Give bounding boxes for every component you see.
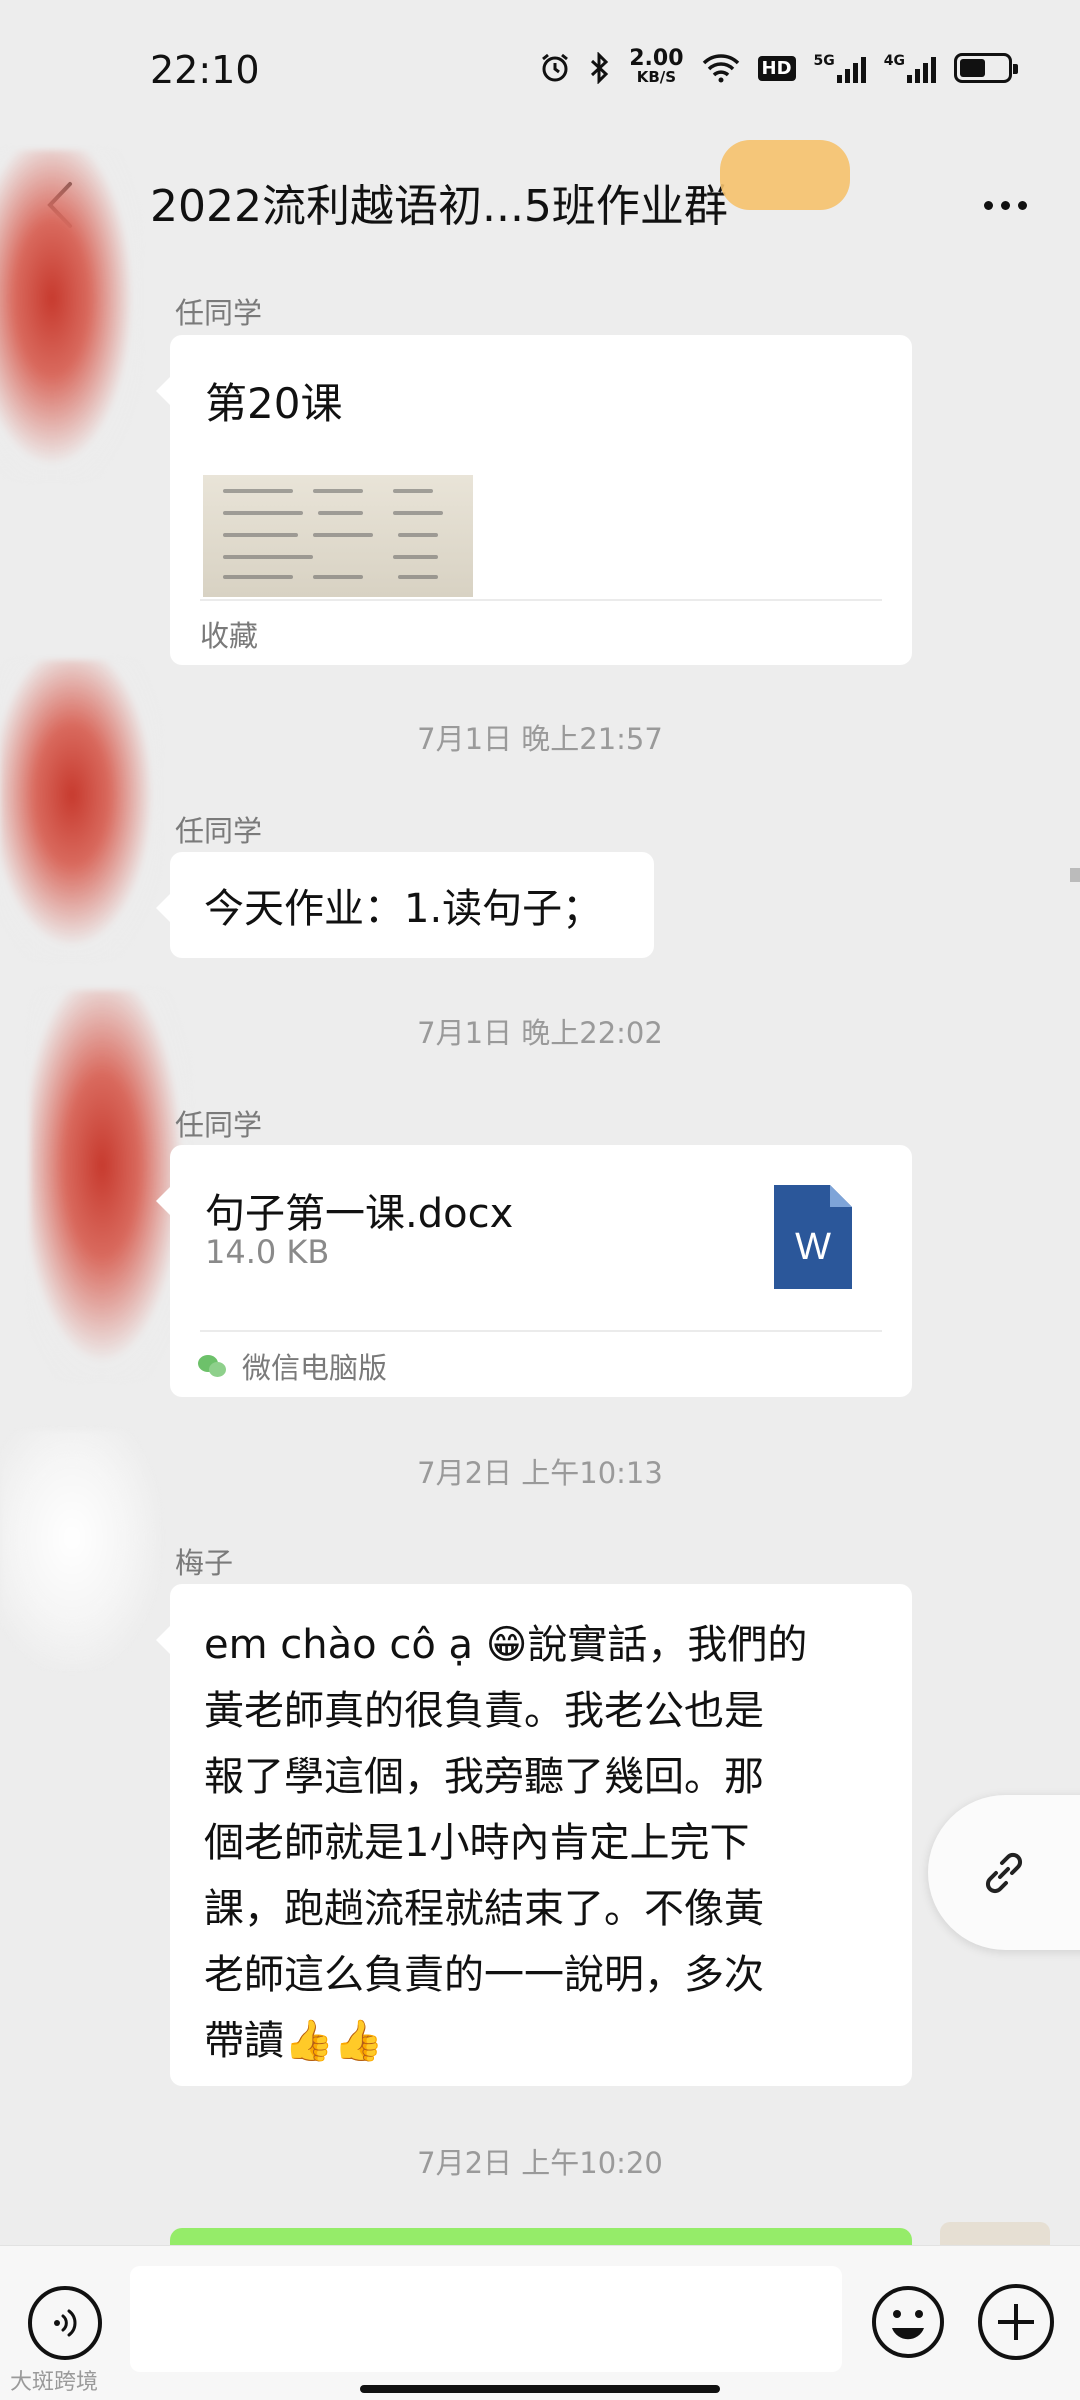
wechat-icon [198,1353,228,1379]
word-document-icon: W [774,1185,852,1289]
floating-link-button[interactable] [928,1795,1080,1950]
sender-name: 任同学 [175,296,263,330]
timestamp: 7月2日 上午10:20 [417,2146,663,2180]
battery-icon [954,53,1018,83]
status-icons: 2.00 KB/S HD 5G 4G [539,46,1018,87]
scrollbar[interactable] [1070,868,1080,882]
dot-icon [1017,200,1027,210]
status-bar: 22:10 2.00 KB/S HD 5G 4G [0,0,1080,140]
note-footer: 收藏 [200,619,259,653]
signal-icon [836,53,866,83]
message-bubble[interactable]: em chào cô ạ 😁說實話，我們的 黃老師真的很負責。我老公也是 報了學… [156,1584,912,2086]
timestamp: 7月2日 上午10:13 [417,1456,663,1490]
network-speed: 2.00 KB/S [629,46,684,87]
avatar[interactable] [0,150,140,480]
avatar[interactable] [0,660,160,960]
emoji-icon[interactable] [870,2284,946,2360]
redaction-mark [720,140,850,210]
status-time: 22:10 [150,48,260,92]
speed-value: 2.00 [629,46,684,71]
dot-icon [1000,200,1010,210]
svg-text:W: W [795,1226,831,1268]
more-options-button[interactable] [970,170,1040,240]
message-line: 帶讀👍👍 [204,2018,384,2064]
chat-header: 2022流利越语初...5班作业群 [0,140,1080,270]
watermark: 大斑跨境 [10,2370,99,2395]
bluetooth-icon [589,52,611,84]
timestamp: 7月1日 晚上21:57 [417,722,663,756]
sender-name: 梅子 [175,1546,234,1580]
signal-4g: 4G [884,53,936,83]
message-bubble[interactable]: 今天作业：1.读句子； [156,852,654,958]
card-divider [200,1330,882,1332]
dot-icon [983,200,993,210]
message-line: 報了學這個，我旁聽了幾回。那 [204,1754,764,1800]
file-size: 14.0 KB [205,1233,330,1271]
message-line: 黃老師真的很負責。我老公也是 [204,1688,764,1734]
file-card[interactable]: 句子第一课.docx 14.0 KB W 微信电脑版 [156,1145,912,1397]
net1-label: 5G [813,53,835,69]
chat-title: 2022流利越语初...5班作业群 [150,181,728,232]
message-line: 個老師就是1小時內肯定上完下 [204,1820,750,1866]
message-line: em chào cô ạ 😁說實話，我們的 [204,1622,808,1668]
file-name: 句子第一课.docx [205,1191,514,1237]
note-card[interactable]: 第20课 收藏 [156,335,912,665]
sender-name: 任同学 [175,814,263,848]
voice-input-button[interactable] [28,2286,102,2360]
note-thumbnail-image[interactable] [203,475,473,597]
message-line: 老師這么負責的一一說明，多次 [204,1952,764,1998]
message-line: 課，跑趟流程就結束了。不像黃 [204,1886,764,1932]
file-source: 微信电脑版 [198,1345,387,1387]
link-icon [985,1852,1023,1893]
home-indicator[interactable] [360,2385,720,2393]
net2-label: 4G [883,53,905,69]
hd-badge: HD [757,55,796,81]
speed-unit: KB/S [636,68,677,86]
input-bar [0,2245,1080,2400]
note-title: 第20课 [205,379,343,428]
timestamp: 7月1日 晚上22:02 [417,1016,663,1050]
voice-icon [54,2309,77,2337]
signal-icon [907,53,936,83]
alarm-icon [539,52,571,84]
file-footer-label: 微信电脑版 [242,1351,388,1385]
message-input[interactable] [130,2266,842,2372]
sender-name: 任同学 [175,1108,263,1142]
wifi-icon [702,53,740,83]
signal-5g: 5G [814,53,866,83]
more-actions-button[interactable] [978,2284,1054,2360]
card-divider [200,599,882,601]
